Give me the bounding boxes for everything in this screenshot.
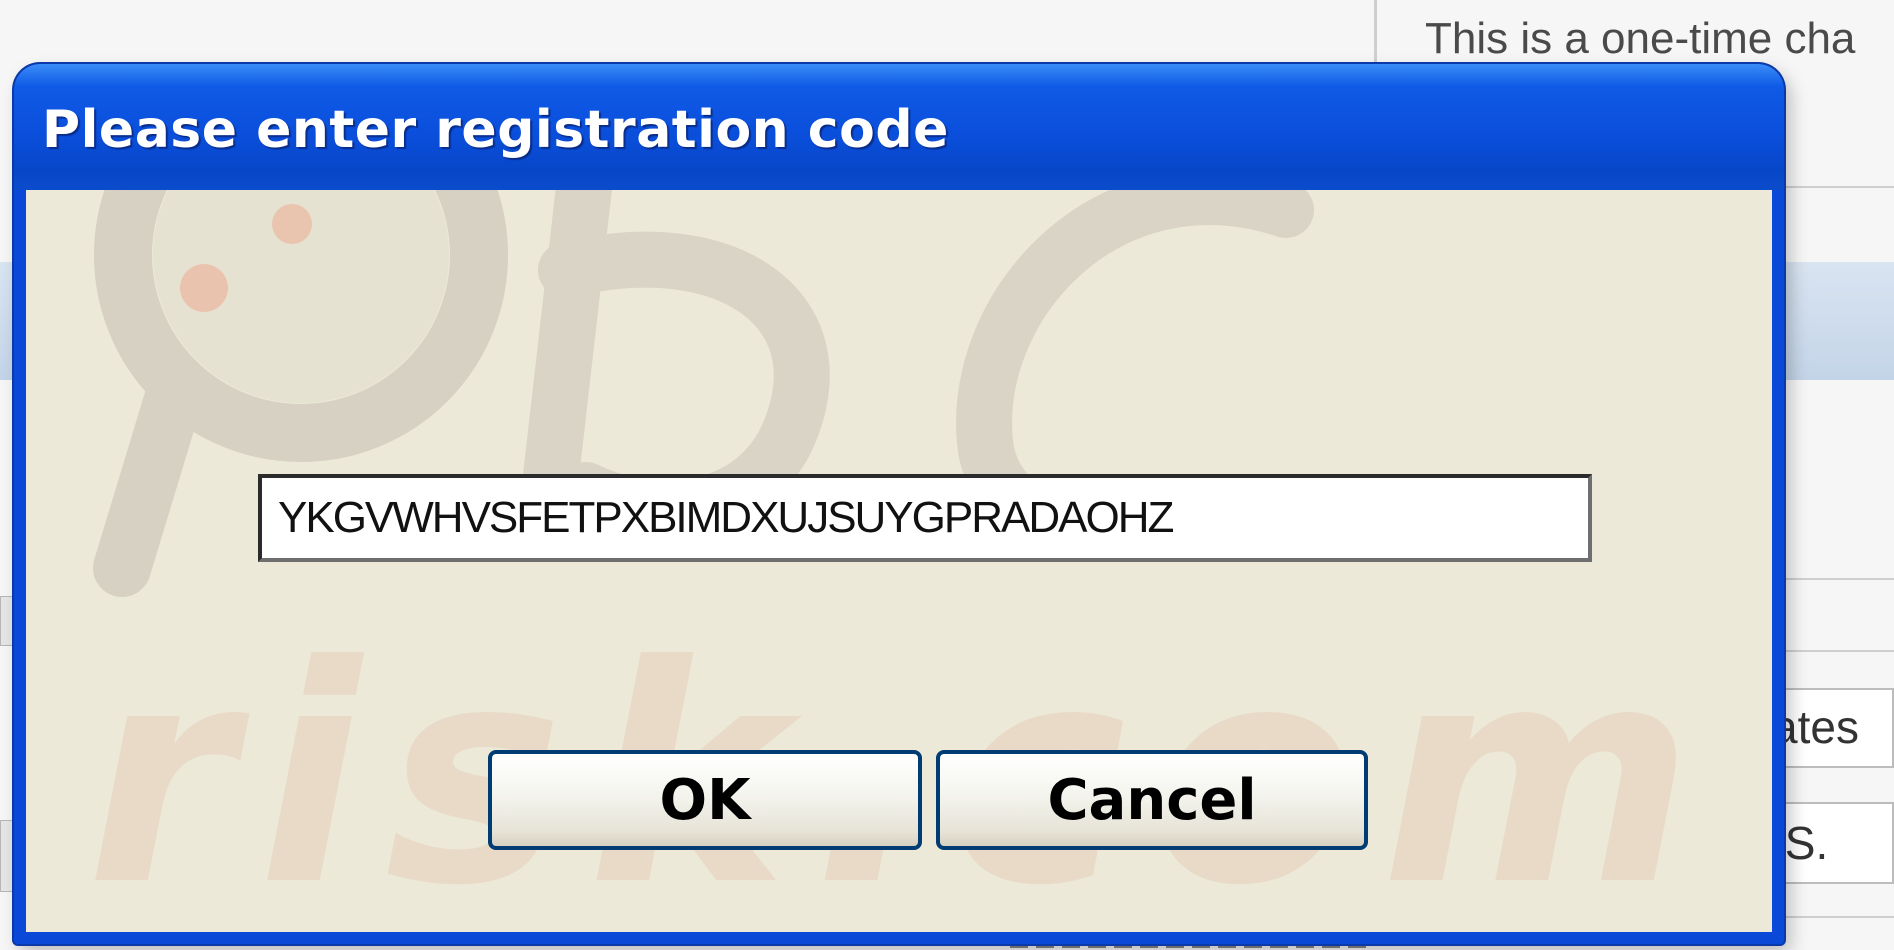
dialog-body: risk.com OK Cancel: [26, 190, 1772, 932]
watermark-handle: [93, 361, 205, 597]
cancel-button[interactable]: Cancel: [936, 750, 1368, 850]
watermark-lens-ring: [94, 190, 508, 462]
background-notice-text: This is a one-time cha: [1425, 14, 1856, 63]
registration-dialog: Please enter registration code risk.com …: [14, 64, 1784, 944]
screen: This is a one-time cha ates .S. Please e…: [0, 0, 1894, 950]
ok-button[interactable]: OK: [488, 750, 922, 850]
watermark-letter-p: [518, 190, 830, 548]
watermark-dot: [272, 204, 312, 244]
registration-code-input[interactable]: [258, 474, 1592, 562]
watermark-lens-fill: [153, 190, 449, 403]
dialog-title: Please enter registration code: [42, 100, 949, 160]
watermark-dot: [180, 264, 228, 312]
dialog-title-bar[interactable]: Please enter registration code: [14, 64, 1784, 190]
